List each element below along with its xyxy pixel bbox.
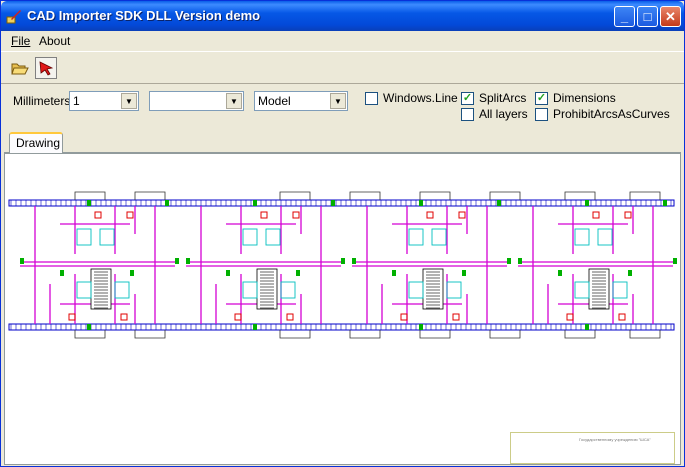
maximize-icon: □ [643,9,652,24]
scale-value: 1 [73,94,80,108]
close-icon: ✕ [665,9,676,24]
space-combo[interactable]: Model ▼ [254,91,348,111]
title-block-text: Государственному учреждению "ШСА" [579,437,651,442]
windows-line-checkbox[interactable] [365,92,378,105]
title-block: Государственному учреждению "ШСА" [510,432,675,464]
minimize-icon: _ [620,9,629,24]
minimize-button[interactable]: _ [614,6,635,27]
maximize-button[interactable]: □ [637,6,658,27]
app-window: CAD Importer SDK DLL Version demo _ □ ✕ … [0,0,685,467]
menu-about[interactable]: About [39,34,70,48]
split-arcs-checkbox[interactable]: ✓ [461,92,474,105]
select-tool-button[interactable] [35,57,57,79]
prohibit-arcs-checkbox[interactable] [535,108,548,121]
tab-drawing-label: Drawing [16,136,61,150]
tab-strip: Drawing [4,131,681,153]
floor-plan [8,191,677,339]
chevron-down-icon[interactable]: ▼ [330,93,346,109]
menu-file-label: File [11,34,31,48]
menu-file[interactable]: File [11,34,30,48]
window-title: CAD Importer SDK DLL Version demo [27,8,261,23]
red-arrow-cursor-icon [39,61,54,76]
layer-combo[interactable]: ▼ [149,91,244,111]
chevron-down-icon[interactable]: ▼ [226,93,242,109]
drawing-canvas[interactable]: Государственному учреждению "ШСА" [4,153,681,465]
dimensions-checkbox[interactable]: ✓ [535,92,548,105]
dimensions-label: Dimensions [553,91,616,105]
app-icon [6,10,21,24]
space-value: Model [258,94,291,108]
all-layers-checkbox[interactable] [461,108,474,121]
units-label: Millimeters [13,94,71,108]
split-arcs-label: SplitArcs [479,91,527,105]
options-panel: Millimeters 1 ▼ ▼ Model ▼ Windows.Line ✓… [1,85,684,127]
tab-drawing[interactable]: Drawing [9,132,63,153]
toolbar [1,51,684,84]
windows-line-label: Windows.Line [383,91,458,105]
chevron-down-icon[interactable]: ▼ [121,93,137,109]
all-layers-label: All layers [479,107,528,121]
folder-open-icon [11,63,29,75]
close-button[interactable]: ✕ [660,6,681,27]
open-file-button[interactable] [9,57,31,79]
menu-bar: File About [1,31,684,51]
title-bar[interactable]: CAD Importer SDK DLL Version demo _ □ ✕ [1,1,684,31]
prohibit-arcs-label: ProhibitArcsAsCurves [553,107,670,121]
scale-combo[interactable]: 1 ▼ [69,91,139,111]
menu-about-label: About [39,34,71,48]
